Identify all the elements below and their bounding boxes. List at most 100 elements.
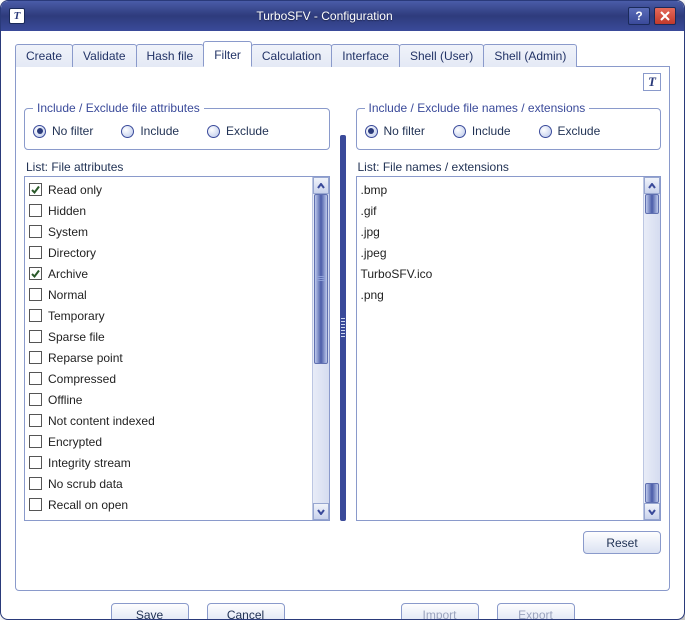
scroll-thumb[interactable] (645, 483, 659, 503)
radio-label: No filter (384, 124, 425, 138)
list-item[interactable]: Sparse file (29, 326, 308, 347)
radio-exclude[interactable]: Exclude (207, 124, 269, 138)
list-item-label: Hidden (48, 204, 86, 218)
reset-button[interactable]: Reset (583, 531, 661, 554)
attributes-list-label: List: File attributes (26, 160, 330, 174)
list-item[interactable]: Recall on open (29, 494, 308, 515)
list-item[interactable]: Directory (29, 242, 308, 263)
checkbox-icon[interactable] (29, 456, 42, 469)
titlebar[interactable]: T TurboSFV - Configuration ? (1, 1, 684, 31)
list-item[interactable]: .bmp (361, 179, 640, 200)
radio-icon (539, 125, 552, 138)
tab-calculation[interactable]: Calculation (251, 44, 332, 67)
list-item[interactable]: TurboSFV.ico (361, 263, 640, 284)
list-item[interactable]: Read only (29, 179, 308, 200)
list-item[interactable]: Not content indexed (29, 410, 308, 431)
window-title: TurboSFV - Configuration (25, 9, 624, 23)
list-item[interactable]: Temporary (29, 305, 308, 326)
list-item[interactable]: Compressed (29, 368, 308, 389)
radio-no-filter[interactable]: No filter (365, 124, 425, 138)
list-item[interactable]: Hidden (29, 200, 308, 221)
scroll-track[interactable] (644, 194, 660, 503)
scroll-thumb[interactable] (645, 194, 659, 214)
checkbox-icon[interactable] (29, 309, 42, 322)
list-item-label: Compressed (48, 372, 116, 386)
list-item[interactable]: Normal (29, 284, 308, 305)
list-item-label: Integrity stream (48, 456, 131, 470)
radio-icon (207, 125, 220, 138)
extensions-listbox[interactable]: .bmp.gif.jpg.jpegTurboSFV.ico.png (356, 176, 662, 521)
list-item[interactable]: Offline (29, 389, 308, 410)
list-item-label: Sparse file (48, 330, 105, 344)
checkbox-icon[interactable] (29, 225, 42, 238)
tab-create[interactable]: Create (15, 44, 73, 67)
list-item[interactable]: Encrypted (29, 431, 308, 452)
scroll-down-button[interactable] (313, 503, 329, 520)
tab-panel-filter: T Include / Exclude file attributes No f… (15, 67, 670, 591)
radio-icon (33, 125, 46, 138)
save-button[interactable]: Save (111, 603, 189, 620)
list-item-label: Temporary (48, 309, 105, 323)
close-icon (660, 11, 670, 21)
list-item[interactable]: .jpg (361, 221, 640, 242)
chevron-up-icon (317, 183, 325, 189)
tab-hash-file[interactable]: Hash file (136, 44, 205, 67)
scroll-track[interactable] (313, 194, 329, 503)
chevron-down-icon (648, 509, 656, 515)
list-item[interactable]: .png (361, 284, 640, 305)
list-item-label: System (48, 225, 88, 239)
extensions-scrollbar[interactable] (643, 177, 660, 520)
list-item-label: Reparse point (48, 351, 123, 365)
help-button[interactable]: ? (628, 7, 650, 25)
checkbox-icon[interactable] (29, 351, 42, 364)
checkbox-icon[interactable] (29, 414, 42, 427)
extensions-group: Include / Exclude file names / extension… (356, 101, 662, 150)
logo-badge: T (643, 73, 661, 91)
attributes-list-content: Read only Hidden System DirectoryArchiveNor… (25, 177, 312, 520)
radio-include[interactable]: Include (453, 124, 511, 138)
radio-include[interactable]: Include (121, 124, 179, 138)
scroll-thumb[interactable] (314, 194, 328, 364)
attributes-legend: Include / Exclude file attributes (33, 101, 204, 115)
scroll-up-button[interactable] (313, 177, 329, 194)
attributes-scrollbar[interactable] (312, 177, 329, 520)
import-button[interactable]: Import (401, 603, 479, 620)
checkbox-icon[interactable] (29, 498, 42, 511)
checkbox-icon[interactable] (29, 435, 42, 448)
tab-strip: CreateValidateHash fileFilterCalculation… (15, 41, 670, 67)
tab-validate[interactable]: Validate (72, 44, 136, 67)
checkbox-icon[interactable] (29, 372, 42, 385)
checkbox-icon[interactable] (29, 477, 42, 490)
close-button[interactable] (654, 7, 676, 25)
dialog-button-bar: Save Cancel Import Export (15, 603, 670, 620)
checkbox-icon[interactable] (29, 204, 42, 217)
list-item[interactable]: .gif (361, 200, 640, 221)
tab-filter[interactable]: Filter (203, 41, 252, 67)
list-item-label: Offline (48, 393, 82, 407)
tab-shell-user-[interactable]: Shell (User) (399, 44, 484, 67)
export-button[interactable]: Export (497, 603, 575, 620)
checkbox-icon[interactable] (29, 330, 42, 343)
config-window: T TurboSFV - Configuration ? CreateValid… (0, 0, 685, 620)
list-item[interactable]: Integrity stream (29, 452, 308, 473)
checkbox-icon[interactable] (29, 246, 42, 259)
tab-shell-admin-[interactable]: Shell (Admin) (483, 44, 577, 67)
list-item[interactable]: Reparse point (29, 347, 308, 368)
checkbox-icon[interactable] (29, 393, 42, 406)
scroll-down-button[interactable] (644, 503, 660, 520)
app-icon: T (9, 8, 25, 24)
scroll-up-button[interactable] (644, 177, 660, 194)
radio-no-filter[interactable]: No filter (33, 124, 93, 138)
attributes-listbox[interactable]: Read only Hidden System DirectoryArchiveNor… (24, 176, 330, 521)
checkbox-icon[interactable] (29, 183, 42, 196)
list-item[interactable]: Archive (29, 263, 308, 284)
radio-exclude[interactable]: Exclude (539, 124, 601, 138)
list-item[interactable]: No scrub data (29, 473, 308, 494)
tab-interface[interactable]: Interface (331, 44, 400, 67)
list-item[interactable]: System (29, 221, 308, 242)
checkbox-icon[interactable] (29, 288, 42, 301)
cancel-button[interactable]: Cancel (207, 603, 285, 620)
column-splitter[interactable] (340, 135, 346, 521)
list-item[interactable]: .jpeg (361, 242, 640, 263)
checkbox-icon[interactable] (29, 267, 42, 280)
